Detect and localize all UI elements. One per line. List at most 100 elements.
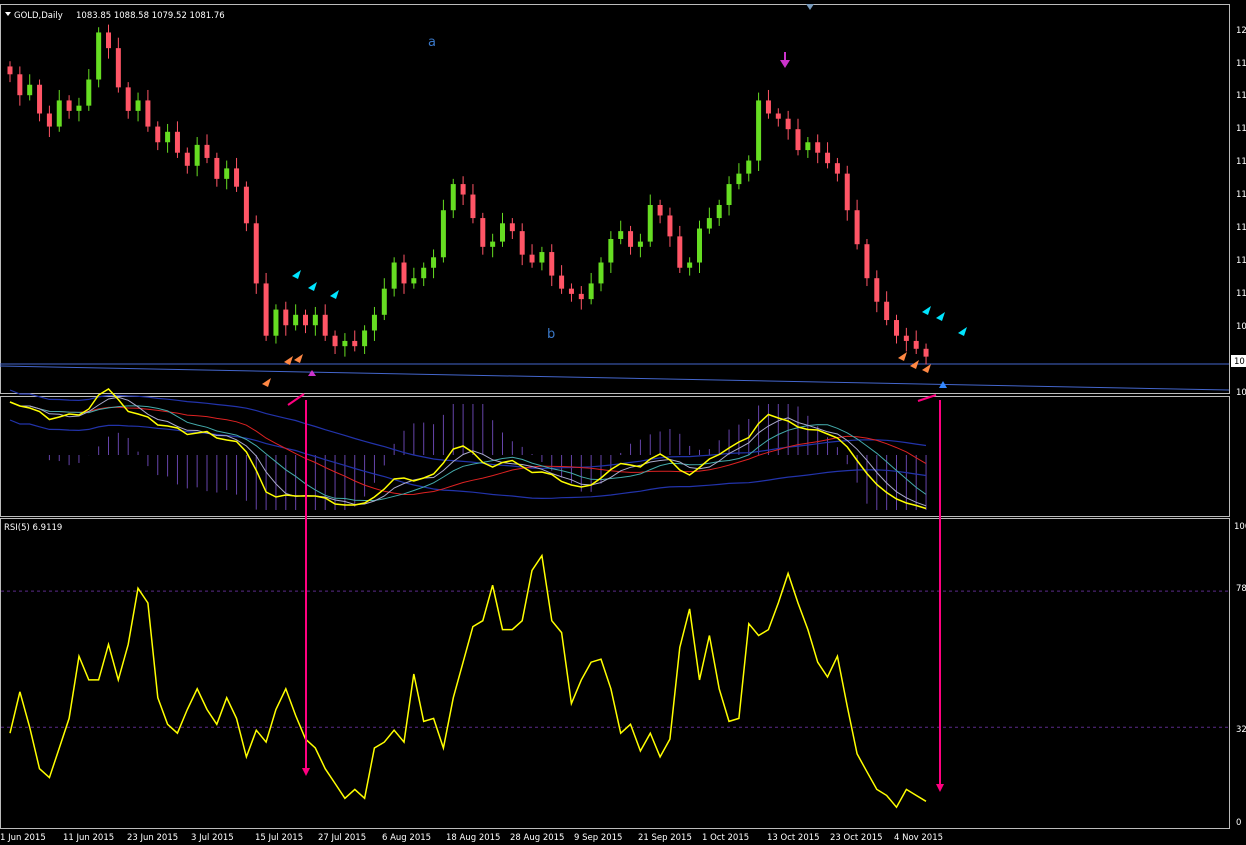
candle-body	[273, 309, 279, 336]
candle-body	[884, 301, 890, 321]
candle-body	[174, 131, 180, 153]
candle-body	[332, 335, 338, 347]
candle-body	[56, 100, 62, 127]
candle-body	[480, 218, 486, 247]
date-tick-label: 15 Jul 2015	[255, 833, 303, 843]
date-tick-label: 1 Oct 2015	[702, 833, 749, 843]
candle-body	[509, 223, 515, 232]
candle-body	[145, 100, 151, 127]
candle-body	[529, 254, 535, 263]
candle-body	[756, 100, 762, 161]
candle-body	[253, 223, 259, 284]
candle-body	[243, 186, 249, 224]
rsi-tick-label: 100	[1234, 522, 1246, 532]
candle-body	[460, 184, 466, 195]
candle-body	[667, 215, 673, 237]
candle-body	[283, 309, 289, 326]
price-tick-label: 11	[1236, 124, 1246, 134]
candle-body	[165, 131, 171, 143]
candle-body	[549, 252, 555, 276]
candle-body	[342, 340, 348, 347]
date-tick-label: 6 Aug 2015	[382, 833, 431, 843]
candle-body	[894, 320, 899, 336]
price-panel[interactable]	[0, 4, 1230, 394]
price-axis: 12 11 11 11 11 11 11 11 11 10 10 10	[1231, 26, 1246, 398]
candle-body	[923, 348, 929, 357]
candle-body	[194, 144, 200, 166]
candle-body	[578, 293, 584, 300]
candle-body	[844, 173, 850, 211]
candle-body	[371, 314, 377, 331]
price-tick-label: 11	[1236, 59, 1246, 69]
date-tick-label: 11 Jun 2015	[63, 833, 114, 843]
candle-body	[115, 48, 121, 88]
candle-body	[765, 100, 771, 114]
date-tick-label: 27 Jul 2015	[318, 833, 366, 843]
candle-body	[440, 210, 446, 258]
candle-body	[687, 262, 693, 268]
price-tick-label: 12	[1236, 26, 1246, 36]
candle-body	[322, 314, 328, 336]
candle-body	[795, 129, 801, 151]
wave-label-a: a	[428, 35, 436, 50]
candle-body	[775, 113, 781, 119]
price-tick-label: 11	[1236, 256, 1246, 266]
candle-body	[470, 194, 476, 219]
candle-body	[539, 252, 545, 263]
candle-body	[411, 278, 417, 284]
symbol-timeframe: GOLD,Daily	[14, 11, 63, 21]
candle-body	[381, 288, 387, 315]
candle-body	[834, 163, 840, 174]
date-tick-label: 28 Aug 2015	[510, 833, 564, 843]
candle-body	[785, 118, 791, 130]
candle-body	[706, 218, 712, 229]
date-tick-label: 1 Jun 2015	[0, 833, 46, 843]
candle-body	[106, 32, 111, 49]
candle-body	[450, 184, 456, 211]
candle-body	[559, 275, 565, 289]
candle-body	[391, 262, 397, 289]
wave-label-b: b	[547, 327, 555, 342]
date-tick-label: 18 Aug 2015	[446, 833, 500, 843]
candle-body	[903, 335, 909, 341]
candle-body	[86, 79, 92, 106]
candle-body	[854, 210, 860, 245]
trading-chart[interactable]: GOLD,Daily 1083.85 1088.58 1079.52 1081.…	[0, 0, 1246, 845]
candle-body	[155, 126, 161, 143]
price-tick-label: 11	[1236, 91, 1246, 101]
candle-body	[805, 142, 811, 151]
candle-body	[234, 168, 240, 187]
candle-body	[76, 105, 82, 111]
rsi-tick-label: 78	[1236, 584, 1246, 594]
candle-body	[27, 84, 33, 96]
candle-body	[647, 205, 653, 242]
price-tick-label: 11	[1236, 190, 1246, 200]
candle-body	[312, 314, 318, 326]
rsi-panel[interactable]	[0, 518, 1230, 829]
date-tick-label: 4 Nov 2015	[894, 833, 943, 843]
candle-body	[66, 100, 72, 111]
date-tick-label: 3 Jul 2015	[191, 833, 234, 843]
candle-body	[293, 314, 299, 326]
candle-body	[490, 241, 496, 247]
candle-body	[401, 262, 407, 284]
candle-body	[825, 152, 831, 164]
date-tick-label: 21 Sep 2015	[638, 833, 692, 843]
date-tick-label: 13 Oct 2015	[767, 833, 820, 843]
candle-body	[362, 330, 368, 347]
candle-body	[657, 205, 663, 216]
candle-body	[588, 283, 594, 300]
candle-body	[96, 32, 102, 80]
candle-body	[815, 142, 821, 153]
candle-body	[697, 228, 702, 263]
price-tick-label: 11	[1236, 157, 1246, 167]
date-tick-label: 23 Jun 2015	[127, 833, 178, 843]
candle-body	[874, 278, 880, 302]
candle-body	[618, 231, 624, 239]
price-tick-label: 10	[1236, 388, 1246, 398]
date-axis: 1 Jun 2015 11 Jun 2015 23 Jun 2015 3 Jul…	[0, 833, 943, 843]
date-tick-label: 23 Oct 2015	[830, 833, 883, 843]
candle-body	[608, 238, 614, 263]
candle-body	[303, 314, 308, 326]
candle-body	[125, 87, 131, 111]
